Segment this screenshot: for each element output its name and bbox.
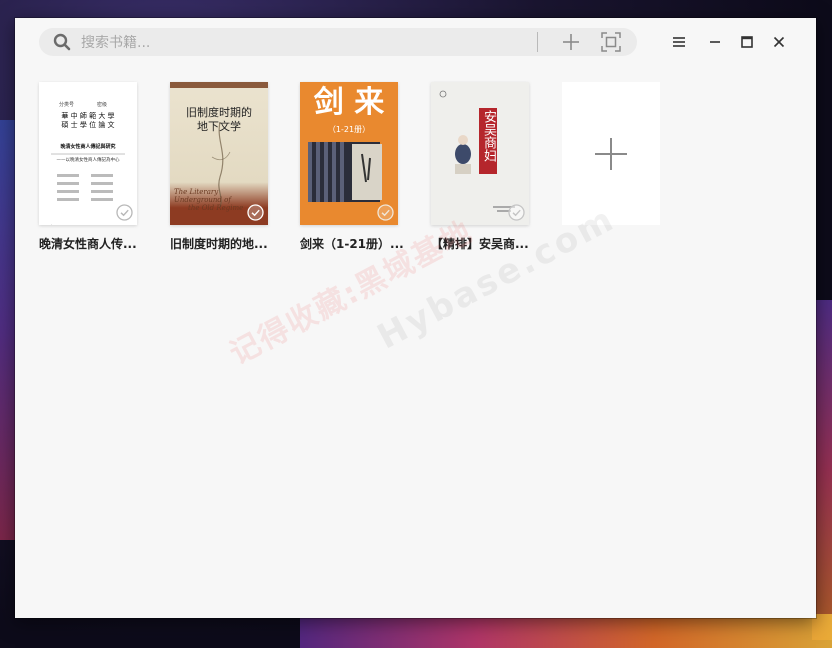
book-item[interactable]: 分类号 密级 . 華 中 師 範 大 學 碩 士 學 位 論 文 晚清女性商人傳… [39,82,139,252]
search-input[interactable] [79,31,533,55]
book-cover[interactable]: 分类号 密级 . 華 中 師 範 大 學 碩 士 學 位 論 文 晚清女性商人傳… [39,82,137,225]
plus-icon[interactable] [561,32,581,52]
book-cover[interactable]: 旧制度时期的 地下文学 The Literary Underground of … [170,82,268,225]
book-cover[interactable]: 安吴商妇 [431,82,529,225]
cover-vertical-title: 安吴商妇 [481,110,496,162]
svg-text:.: . [51,221,52,225]
plus-icon [595,138,627,170]
check-circle-icon[interactable] [377,204,394,221]
svg-text:分类号: 分类号 [59,101,74,108]
hamburger-menu-icon[interactable] [669,32,689,52]
search-icon [53,33,71,51]
search-divider [537,32,538,52]
check-circle-icon[interactable] [116,204,133,221]
book-title[interactable]: 旧制度时期的地... [170,235,282,252]
close-icon[interactable] [769,32,789,52]
book-title[interactable]: 【精排】安吴商... [431,235,543,252]
book-item[interactable]: 旧制度时期的 地下文学 The Literary Underground of … [170,82,270,252]
search-bar[interactable] [39,28,637,56]
cover-university: 華 中 師 範 大 學 碩 士 學 位 論 文 [61,112,115,129]
svg-text:密级: 密级 [97,101,107,108]
minimize-icon[interactable] [705,32,725,52]
cover-subheading: ——以晚清女性商人傳記為中心 [56,158,120,163]
scan-icon[interactable] [601,32,621,52]
book-title[interactable]: 晚清女性商人传... [39,235,151,252]
maximize-icon[interactable] [737,32,757,52]
book-cover[interactable]: 剑 来 （1-21册） [300,82,398,225]
add-book-tile[interactable] [562,82,660,225]
check-circle-icon[interactable] [508,204,525,221]
book-item[interactable]: 安吴商妇 【精排】安吴商... [431,82,531,252]
book-item[interactable]: 剑 来 （1-21册） 剑来（1-21册）... [300,82,404,252]
book-title[interactable]: 剑来（1-21册）... [300,235,412,252]
app-window: 分类号 密级 . 華 中 師 範 大 學 碩 士 學 位 論 文 [15,18,816,618]
cover-title: 旧制度时期的 地下文学 [186,106,252,133]
check-circle-icon[interactable] [247,204,264,221]
cover-big-title: 剑 来 [313,85,385,120]
wallpaper-bottom [300,614,832,648]
cover-subtitle: （1-21册） [327,125,371,134]
title-bar [15,18,816,68]
cover-heading: 晚清女性商人傳記與研究 [60,144,116,150]
